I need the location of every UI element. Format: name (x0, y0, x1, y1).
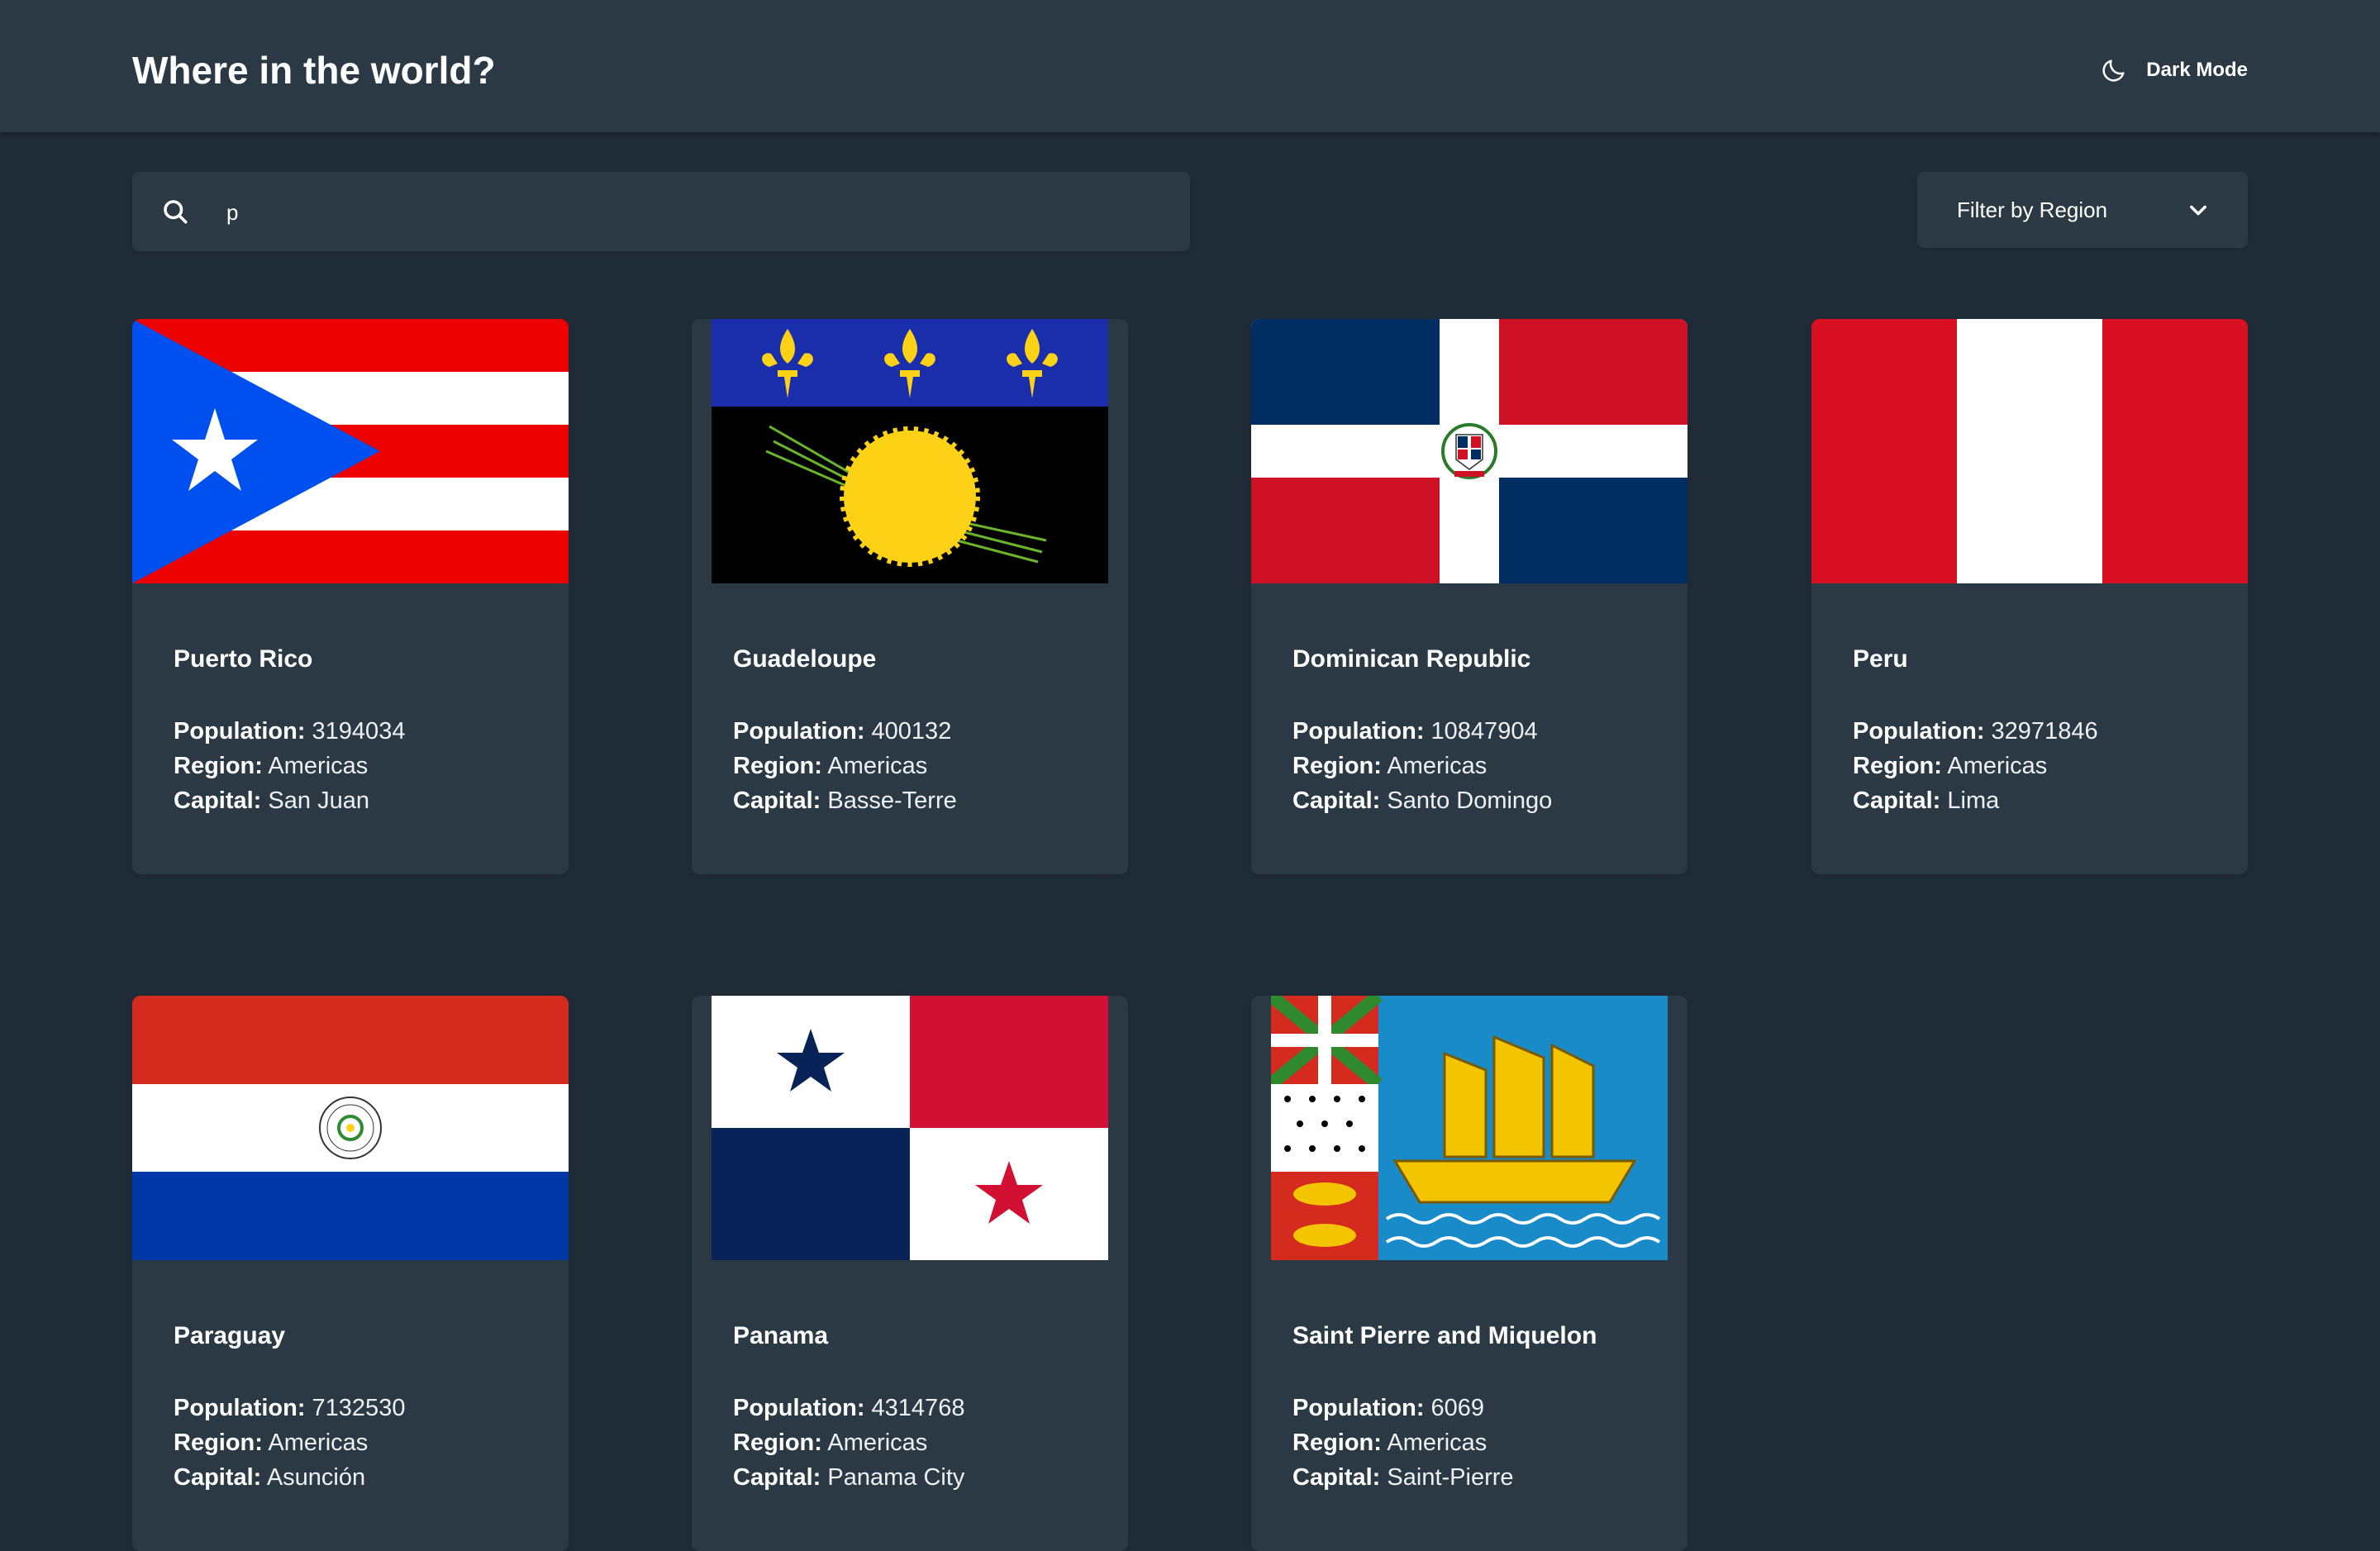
capital-label: Capital: (174, 787, 262, 814)
region-label: Region: (174, 1430, 263, 1456)
capital-label: Capital: (1853, 787, 1941, 814)
dominican-republic-flag (1251, 319, 1687, 583)
country-card-dominican-republic[interactable]: Dominican Republic Population: 10847904 … (1251, 319, 1687, 874)
capital-value: Santo Domingo (1387, 787, 1553, 814)
capital-label: Capital: (174, 1464, 262, 1491)
population-label: Population: (174, 718, 306, 745)
country-name: Saint Pierre and Miquelon (1292, 1322, 1597, 1349)
capital-label: Capital: (733, 787, 821, 814)
page-title: Where in the world? (132, 49, 496, 92)
region-value: Americas (268, 1430, 369, 1456)
population-value: 7132530 (312, 1395, 406, 1421)
population-value: 3194034 (312, 718, 406, 745)
country-name: Puerto Rico (174, 645, 313, 673)
population-value: 4314768 (871, 1395, 965, 1421)
country-card-saint-pierre-and-miquelon[interactable]: Saint Pierre and Miquelon Population: 60… (1251, 996, 1687, 1551)
country-card-guadeloupe[interactable]: Guadeloupe Population: 400132 Region: Am… (692, 319, 1128, 874)
region-label: Region: (733, 753, 822, 779)
capital-value: Panama City (827, 1464, 965, 1491)
capital-value: Saint-Pierre (1387, 1464, 1514, 1491)
flag-image (1251, 319, 1687, 583)
region-filter-label: Filter by Region (1957, 197, 2108, 222)
population-label: Population: (1292, 718, 1425, 745)
guadeloupe-flag (712, 319, 1108, 583)
region-value: Americas (1387, 753, 1488, 779)
population-label: Population: (733, 1395, 865, 1421)
country-name: Peru (1853, 645, 1908, 673)
capital-label: Capital: (733, 1464, 821, 1491)
region-label: Region: (1292, 1430, 1382, 1456)
region-value: Americas (827, 753, 928, 779)
flag-image (692, 319, 1128, 583)
capital-value: Lima (1947, 787, 2000, 814)
population-value: 400132 (871, 718, 952, 745)
moon-icon (2102, 59, 2125, 82)
search-box[interactable] (132, 172, 1190, 251)
region-filter-dropdown[interactable]: Filter by Region (1917, 172, 2248, 248)
population-value: 6069 (1430, 1395, 1485, 1421)
saint-pierre-and-miquelon-flag (1271, 996, 1668, 1260)
flag-image (1811, 319, 2248, 583)
population-label: Population: (174, 1395, 306, 1421)
capital-value: Asunción (266, 1464, 366, 1491)
region-label: Region: (733, 1430, 822, 1456)
flag-image (132, 319, 569, 583)
capital-label: Capital: (1292, 1464, 1381, 1491)
region-value: Americas (1387, 1430, 1488, 1456)
chevron-down-icon (2190, 205, 2206, 216)
peru-flag (1811, 319, 2248, 583)
app-header: Where in the world? Dark Mode (0, 0, 2380, 132)
capital-value: San Juan (268, 787, 369, 814)
dark-mode-label: Dark Mode (2146, 59, 2248, 81)
population-label: Population: (1292, 1395, 1425, 1421)
country-card-puerto-rico[interactable]: Puerto Rico Population: 3194034 Region: … (132, 319, 569, 874)
puerto-rico-flag (132, 319, 569, 583)
capital-value: Basse-Terre (827, 787, 957, 814)
dark-mode-toggle[interactable]: Dark Mode (2100, 51, 2248, 89)
country-card-panama[interactable]: Panama Population: 4314768 Region: Ameri… (692, 996, 1128, 1551)
region-label: Region: (1292, 753, 1382, 779)
region-value: Americas (1947, 753, 2048, 779)
country-name: Paraguay (174, 1322, 286, 1349)
country-name: Dominican Republic (1292, 645, 1531, 673)
population-label: Population: (733, 718, 865, 745)
flag-image (692, 996, 1128, 1260)
country-card-peru[interactable]: Peru Population: 32971846 Region: Americ… (1811, 319, 2248, 874)
region-value: Americas (268, 753, 369, 779)
population-value: 32971846 (1991, 718, 2098, 745)
region-label: Region: (174, 753, 263, 779)
population-label: Population: (1853, 718, 1985, 745)
search-icon (164, 200, 188, 224)
panama-flag (712, 996, 1108, 1260)
population-value: 10847904 (1430, 718, 1538, 745)
flag-image (132, 996, 569, 1260)
country-name: Guadeloupe (733, 645, 877, 673)
region-label: Region: (1853, 753, 1942, 779)
capital-label: Capital: (1292, 787, 1381, 814)
region-value: Americas (827, 1430, 928, 1456)
search-input[interactable] (225, 187, 1170, 238)
country-name: Panama (733, 1322, 829, 1349)
flag-image (1251, 996, 1687, 1260)
paraguay-flag (132, 996, 569, 1260)
country-card-paraguay[interactable]: Paraguay Population: 7132530 Region: Ame… (132, 996, 569, 1551)
